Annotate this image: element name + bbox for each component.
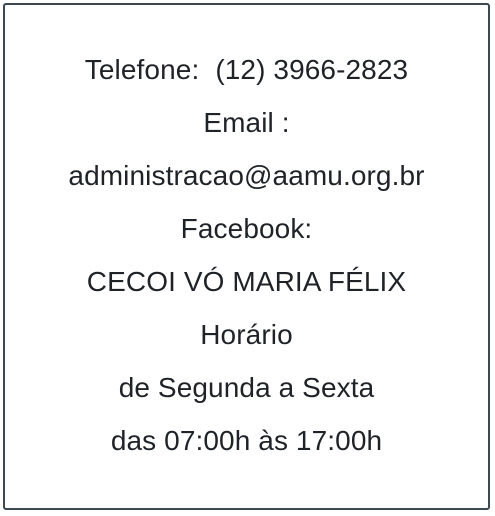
schedule-title: Horário bbox=[200, 319, 293, 350]
schedule-hours: das 07:00h às 17:00h bbox=[110, 425, 383, 456]
schedule-days: de Segunda a Sexta bbox=[118, 372, 375, 403]
email-address: administracao@aamu.org.br bbox=[68, 160, 425, 191]
email-label: Email : bbox=[203, 107, 290, 138]
phone-number: (12) 3966-2823 bbox=[215, 54, 409, 85]
contact-info-card: Telefone: (12) 3966-2823 Email : administ… bbox=[3, 3, 490, 510]
phone-row: Telefone: (12) 3966-2823 bbox=[5, 43, 488, 96]
contact-info-content: Telefone: (12) 3966-2823 Email : administ… bbox=[5, 43, 488, 467]
facebook-page-name: CECOI VÓ MARIA FÉLIX bbox=[86, 266, 407, 297]
facebook-label: Facebook: bbox=[180, 213, 313, 244]
phone-label: Telefone: bbox=[84, 54, 200, 85]
